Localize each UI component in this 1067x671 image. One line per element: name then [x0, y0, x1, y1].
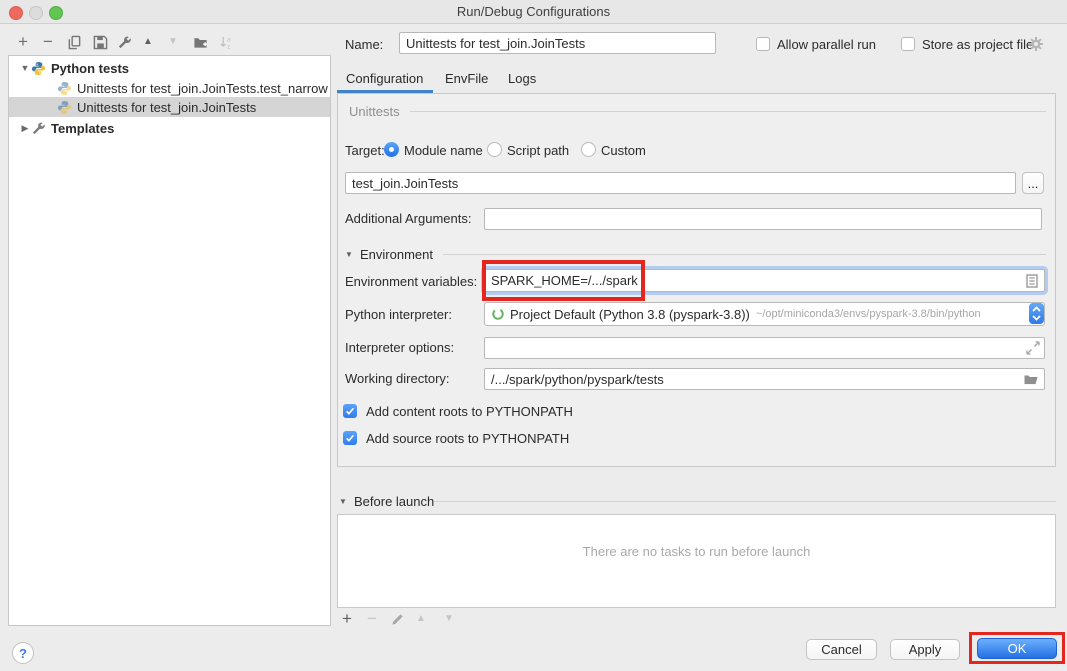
- apply-button[interactable]: Apply: [890, 639, 960, 660]
- chevron-down-icon[interactable]: ▼: [19, 63, 31, 73]
- svg-text:a: a: [226, 36, 230, 43]
- stepper-icon[interactable]: [1029, 303, 1044, 324]
- gear-icon[interactable]: [1028, 36, 1044, 52]
- remove-icon: −: [363, 610, 381, 628]
- target-input[interactable]: [345, 172, 1016, 194]
- tree-item-label: Python tests: [51, 61, 129, 76]
- move-up-icon[interactable]: ▲: [139, 33, 157, 51]
- allow-parallel-run-checkbox[interactable]: [756, 37, 770, 51]
- tree-item-test-narrow[interactable]: Unittests for test_join.JoinTests.test_n…: [9, 78, 331, 98]
- configurations-tree: ▼ Python tests Unittests for test_join.J…: [8, 55, 331, 626]
- target-script-path-radio[interactable]: [487, 142, 502, 157]
- additional-arguments-input[interactable]: [484, 208, 1042, 230]
- group-divider: [410, 111, 1046, 112]
- chevron-down-icon[interactable]: ▼: [339, 497, 347, 506]
- python-interpreter-label: Python interpreter:: [345, 307, 452, 322]
- tree-item-label: Templates: [51, 121, 114, 136]
- before-launch-divider: [434, 501, 1056, 502]
- list-icon[interactable]: [1024, 273, 1040, 289]
- python-interpreter-select[interactable]: Project Default (Python 3.8 (pyspark-3.8…: [484, 302, 1045, 326]
- tree-item-python-tests[interactable]: ▼ Python tests: [9, 58, 330, 78]
- edit-templates-icon[interactable]: [115, 33, 133, 51]
- sort-az-icon: az: [217, 33, 235, 51]
- tab-logs[interactable]: Logs: [508, 71, 536, 86]
- before-launch-task-list: There are no tasks to run before launch: [337, 514, 1056, 608]
- environment-section-title: Environment: [360, 247, 433, 262]
- python-icon: [57, 81, 72, 96]
- python-icon: [31, 61, 46, 76]
- environment-variables-label: Environment variables:: [345, 274, 477, 289]
- chevron-down-icon[interactable]: ▼: [345, 250, 353, 259]
- window-title: Run/Debug Configurations: [0, 4, 1067, 19]
- unittests-group-title: Unittests: [349, 104, 400, 119]
- allow-parallel-run-label: Allow parallel run: [777, 37, 876, 52]
- new-folder-icon[interactable]: [191, 33, 209, 51]
- copy-icon[interactable]: [65, 33, 83, 51]
- interpreter-options-label: Interpreter options:: [345, 340, 454, 355]
- interpreter-options-input[interactable]: [484, 337, 1045, 359]
- store-as-project-file-checkbox[interactable]: [901, 37, 915, 51]
- environment-divider: [443, 254, 1046, 255]
- add-icon[interactable]: +: [14, 33, 32, 51]
- name-input[interactable]: [399, 32, 716, 54]
- tree-item-templates[interactable]: ▶ Templates: [9, 118, 330, 138]
- titlebar: Run/Debug Configurations: [0, 0, 1067, 24]
- move-down-icon: ▼: [164, 33, 182, 51]
- add-content-roots-checkbox[interactable]: [343, 404, 357, 418]
- target-label: Target:: [345, 143, 385, 158]
- remove-icon[interactable]: −: [39, 33, 57, 51]
- python-interpreter-value: Project Default (Python 3.8 (pyspark-3.8…: [510, 307, 750, 322]
- cancel-button[interactable]: Cancel: [806, 639, 877, 660]
- run-debug-configurations-dialog: Run/Debug Configurations + − ▲ ▼ az ▼ Py…: [0, 0, 1067, 671]
- wrench-icon: [31, 121, 46, 136]
- target-custom-label: Custom: [601, 143, 646, 158]
- browse-button[interactable]: ...: [1022, 172, 1044, 194]
- tree-item-label: Unittests for test_join.JoinTests: [77, 100, 256, 115]
- target-custom-radio[interactable]: [581, 142, 596, 157]
- additional-arguments-label: Additional Arguments:: [345, 211, 471, 226]
- add-source-roots-label: Add source roots to PYTHONPATH: [366, 431, 569, 446]
- conda-ring-icon: [491, 307, 505, 321]
- name-label: Name:: [345, 37, 383, 52]
- target-module-name-radio[interactable]: [384, 142, 399, 157]
- ok-button[interactable]: OK: [977, 638, 1057, 659]
- working-directory-input[interactable]: [484, 368, 1045, 390]
- tree-item-jointests-selected[interactable]: Unittests for test_join.JoinTests: [9, 97, 331, 117]
- move-up-icon: ▲: [412, 610, 430, 628]
- folder-icon[interactable]: [1023, 371, 1039, 387]
- environment-variables-input[interactable]: [484, 269, 1045, 292]
- python-interpreter-path: ~/opt/miniconda3/envs/pyspark-3.8/bin/py…: [756, 308, 981, 320]
- tab-envfile[interactable]: EnvFile: [445, 71, 488, 86]
- add-source-roots-checkbox[interactable]: [343, 431, 357, 445]
- chevron-right-icon[interactable]: ▶: [19, 123, 31, 134]
- working-directory-label: Working directory:: [345, 371, 450, 386]
- move-down-icon: ▼: [440, 610, 458, 628]
- help-icon[interactable]: ?: [12, 642, 34, 664]
- add-content-roots-label: Add content roots to PYTHONPATH: [366, 404, 573, 419]
- target-module-name-label: Module name: [404, 143, 483, 158]
- pencil-icon: [388, 610, 406, 628]
- before-launch-section-title: Before launch: [354, 494, 434, 509]
- tab-configuration[interactable]: Configuration: [346, 71, 423, 86]
- svg-text:z: z: [226, 43, 229, 49]
- target-script-path-label: Script path: [507, 143, 569, 158]
- add-icon[interactable]: +: [338, 610, 356, 628]
- python-icon: [57, 100, 72, 115]
- before-launch-empty-message: There are no tasks to run before launch: [338, 544, 1055, 559]
- store-as-project-file-label: Store as project file: [922, 37, 1033, 52]
- expand-icon[interactable]: [1025, 340, 1041, 356]
- tree-item-label: Unittests for test_join.JoinTests.test_n…: [77, 81, 328, 96]
- save-icon[interactable]: [91, 33, 109, 51]
